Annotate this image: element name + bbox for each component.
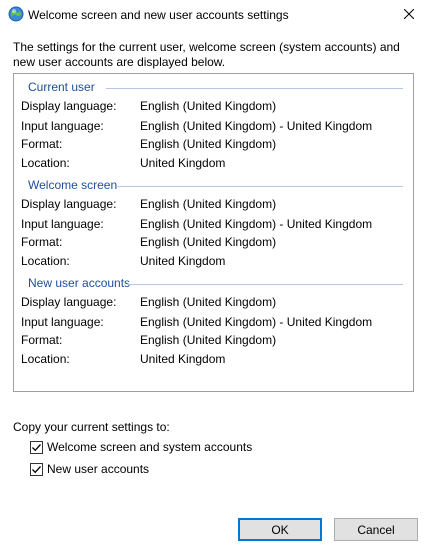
cancel-button[interactable]: Cancel bbox=[334, 518, 418, 541]
intro-text: The settings for the current user, welco… bbox=[13, 40, 400, 69]
group-header-new-user-accounts: New user accounts bbox=[14, 276, 413, 292]
group-divider bbox=[128, 284, 403, 285]
new-user-accounts-checkbox[interactable]: New user accounts bbox=[30, 461, 149, 477]
row-value: English (United Kingdom) bbox=[140, 99, 277, 113]
setting-row: Display language: English (United Kingdo… bbox=[21, 99, 411, 115]
row-label: Format: bbox=[21, 333, 63, 347]
row-label: Location: bbox=[21, 254, 70, 268]
setting-row: Input language: English (United Kingdom)… bbox=[21, 217, 411, 233]
setting-row: Input language: English (United Kingdom)… bbox=[21, 315, 411, 331]
checkbox-label[interactable]: Welcome screen and system accounts bbox=[47, 440, 252, 454]
row-label: Display language: bbox=[21, 99, 117, 113]
group-divider bbox=[106, 88, 403, 89]
setting-row: Location: United Kingdom bbox=[21, 156, 411, 172]
ok-button[interactable]: OK bbox=[238, 518, 322, 541]
row-value: English (United Kingdom) bbox=[140, 295, 277, 309]
row-label: Format: bbox=[21, 235, 63, 249]
group-title: Welcome screen bbox=[28, 178, 122, 192]
row-value: English (United Kingdom) - United Kingdo… bbox=[140, 217, 373, 231]
setting-row: Format: English (United Kingdom) bbox=[21, 235, 411, 251]
window-title: Welcome screen and new user accounts set… bbox=[28, 8, 289, 22]
row-label: Input language: bbox=[21, 217, 104, 231]
row-label: Display language: bbox=[21, 197, 117, 211]
row-value: English (United Kingdom) bbox=[140, 137, 277, 151]
setting-row: Location: United Kingdom bbox=[21, 254, 411, 270]
group-header-welcome-screen: Welcome screen bbox=[14, 178, 413, 194]
setting-row: Input language: English (United Kingdom)… bbox=[21, 119, 411, 135]
row-label: Location: bbox=[21, 352, 70, 366]
close-button[interactable] bbox=[392, 0, 426, 30]
group-divider bbox=[116, 186, 403, 187]
setting-row: Display language: English (United Kingdo… bbox=[21, 197, 411, 213]
row-value: United Kingdom bbox=[140, 352, 226, 366]
globe-icon bbox=[8, 6, 24, 22]
group-title: Current user bbox=[28, 80, 99, 94]
setting-row: Format: English (United Kingdom) bbox=[21, 137, 411, 153]
row-value: English (United Kingdom) bbox=[140, 235, 277, 249]
checkbox-label[interactable]: New user accounts bbox=[47, 462, 149, 476]
setting-row: Display language: English (United Kingdo… bbox=[21, 295, 411, 311]
row-value: United Kingdom bbox=[140, 156, 226, 170]
setting-row: Location: United Kingdom bbox=[21, 352, 411, 368]
row-value: English (United Kingdom) - United Kingdo… bbox=[140, 119, 373, 133]
group-header-current-user: Current user bbox=[14, 80, 413, 96]
row-value: United Kingdom bbox=[140, 254, 226, 268]
copy-settings-label: Copy your current settings to: bbox=[13, 420, 170, 434]
row-value: English (United Kingdom) - United Kingdo… bbox=[140, 315, 373, 329]
row-label: Format: bbox=[21, 137, 63, 151]
welcome-screen-checkbox[interactable]: Welcome screen and system accounts bbox=[30, 439, 252, 455]
checkbox-box[interactable] bbox=[30, 462, 43, 476]
title-bar: Welcome screen and new user accounts set… bbox=[0, 0, 426, 30]
row-label: Input language: bbox=[21, 119, 104, 133]
row-label: Location: bbox=[21, 156, 70, 170]
setting-row: Format: English (United Kingdom) bbox=[21, 333, 411, 349]
group-title: New user accounts bbox=[28, 276, 135, 290]
close-icon bbox=[403, 8, 415, 22]
row-value: English (United Kingdom) bbox=[140, 197, 277, 211]
checkbox-box[interactable] bbox=[30, 440, 43, 454]
row-value: English (United Kingdom) bbox=[140, 333, 277, 347]
row-label: Input language: bbox=[21, 315, 104, 329]
settings-panel: Current user Display language: English (… bbox=[13, 73, 414, 392]
row-label: Display language: bbox=[21, 295, 117, 309]
